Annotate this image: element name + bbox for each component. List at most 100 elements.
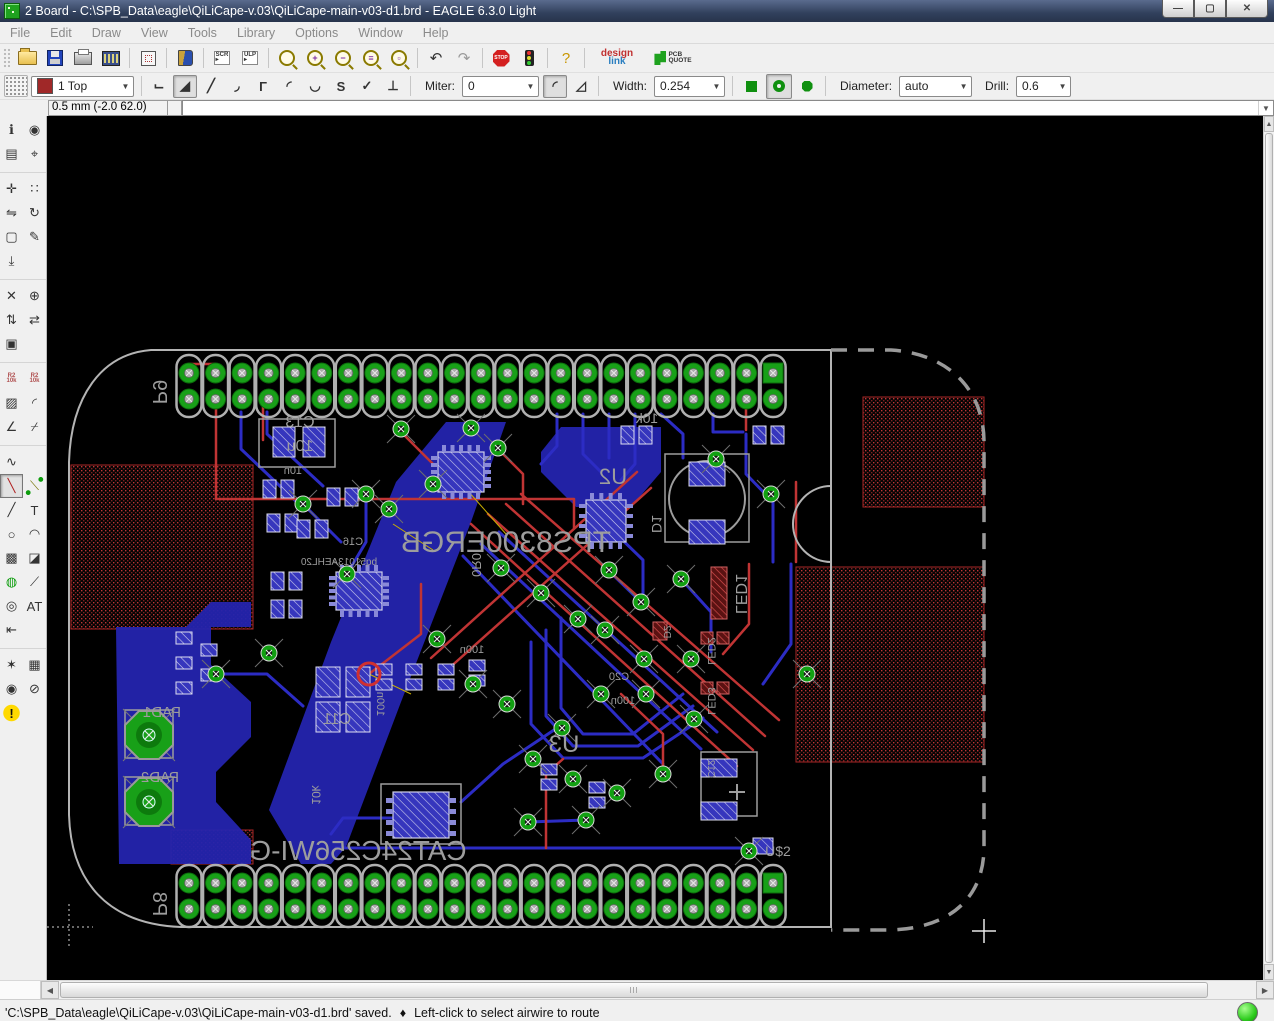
palette-tool-arc[interactable]: ◠ bbox=[23, 522, 46, 546]
horizontal-scroll-thumb[interactable] bbox=[60, 982, 1208, 998]
palette-tool-dimension[interactable]: ⇤ bbox=[0, 618, 23, 642]
palette-tool-delete[interactable]: ✕ bbox=[0, 284, 23, 308]
palette-tool-errors[interactable]: ! bbox=[0, 701, 23, 725]
palette-tool-mark[interactable]: ⌖ bbox=[23, 142, 46, 166]
palette-tool-errc[interactable]: ⊘ bbox=[23, 677, 46, 701]
coordinate-mode-box[interactable] bbox=[168, 100, 182, 116]
wire-bend-9-button[interactable]: ⊥ bbox=[381, 75, 405, 98]
zoom-fit-button[interactable] bbox=[274, 46, 300, 71]
palette-tool-blank3[interactable] bbox=[23, 450, 46, 474]
menu-draw[interactable]: Draw bbox=[82, 24, 131, 42]
grid-button[interactable] bbox=[4, 75, 28, 97]
library-button[interactable] bbox=[172, 46, 198, 71]
palette-tool-mirror[interactable]: ⇋ bbox=[0, 201, 23, 225]
palette-tool-circle[interactable]: ○ bbox=[0, 522, 23, 546]
palette-tool-lock[interactable]: ▣ bbox=[0, 332, 23, 356]
save-button[interactable] bbox=[42, 46, 68, 71]
via-shape-square-button[interactable] bbox=[738, 74, 764, 99]
palette-tool-miter[interactable]: ◜ bbox=[23, 391, 46, 415]
palette-tool-add[interactable]: ⊕ bbox=[23, 284, 46, 308]
miter-round-button[interactable]: ◜ bbox=[543, 75, 567, 98]
cam-processor-button[interactable] bbox=[98, 46, 124, 71]
run-ulp-button[interactable]: ULP▸ bbox=[237, 46, 263, 71]
palette-tool-display[interactable]: ▤ bbox=[0, 142, 23, 166]
palette-tool-blank2[interactable] bbox=[23, 332, 46, 356]
menu-file[interactable]: File bbox=[0, 24, 40, 42]
wire-bend-8-button[interactable]: ✓ bbox=[355, 75, 379, 98]
pcb-quote-button[interactable]: PCBQUOTE bbox=[646, 46, 700, 71]
palette-tool-blank4[interactable] bbox=[23, 618, 46, 642]
board-canvas[interactable]: P9C1310u10n10kU2D1LED1LED2LED3D20R0C16bq… bbox=[47, 116, 1263, 980]
palette-tool-copy[interactable]: ∷ bbox=[23, 177, 46, 201]
miter-straight-button[interactable]: ◿ bbox=[569, 75, 593, 98]
palette-tool-route[interactable]: ╲ bbox=[0, 474, 23, 498]
palette-tool-rotate[interactable]: ↻ bbox=[23, 201, 46, 225]
palette-tool-wire[interactable]: ╱ bbox=[0, 498, 23, 522]
menu-edit[interactable]: Edit bbox=[40, 24, 82, 42]
palette-tool-meander[interactable]: ∿ bbox=[0, 450, 23, 474]
minimize-button[interactable]: — bbox=[1162, 0, 1194, 18]
menu-help[interactable]: Help bbox=[413, 24, 459, 42]
scroll-left-icon[interactable]: ◀ bbox=[41, 981, 59, 999]
wire-bend-5-button[interactable]: ◜ bbox=[277, 75, 301, 98]
zoom-out-button[interactable]: − bbox=[330, 46, 356, 71]
palette-tool-blank1[interactable] bbox=[23, 249, 46, 273]
palette-tool-value[interactable]: R210k bbox=[23, 367, 46, 391]
wire-bend-0-button[interactable]: ⌙ bbox=[147, 75, 171, 98]
wire-bend-3-button[interactable]: ◞ bbox=[225, 75, 249, 98]
palette-tool-pinswap[interactable]: ⇅ bbox=[0, 308, 23, 332]
palette-tool-attribute[interactable]: AT bbox=[23, 594, 46, 618]
palette-tool-split[interactable]: ∠ bbox=[0, 415, 23, 439]
wire-bend-7-button[interactable]: S bbox=[329, 75, 353, 98]
palette-tool-optimize[interactable]: ⌿ bbox=[23, 415, 46, 439]
zoom-redraw-button[interactable]: ▫ bbox=[386, 46, 412, 71]
print-button[interactable] bbox=[70, 46, 96, 71]
palette-tool-show[interactable]: ◉ bbox=[23, 118, 46, 142]
palette-tool-smash[interactable]: ▨ bbox=[0, 391, 23, 415]
menu-options[interactable]: Options bbox=[285, 24, 348, 42]
restore-button[interactable]: ▢ bbox=[1194, 0, 1226, 18]
horizontal-scrollbar[interactable]: ◀ ▶ bbox=[0, 980, 1274, 999]
palette-tool-signal[interactable]: ⟋ bbox=[23, 570, 46, 594]
zoom-in-button[interactable]: + bbox=[302, 46, 328, 71]
palette-tool-ripup[interactable]: ⟍ bbox=[23, 474, 46, 498]
palette-tool-name[interactable]: R210k bbox=[0, 367, 23, 391]
zoom-select-button[interactable]: ≡ bbox=[358, 46, 384, 71]
via-shape-octagon-button[interactable] bbox=[794, 74, 820, 99]
traffic-light-button[interactable] bbox=[516, 46, 542, 71]
palette-tool-via[interactable]: ◍ bbox=[0, 570, 23, 594]
command-input[interactable]: ▼ bbox=[182, 100, 1274, 116]
palette-tool-paste[interactable]: ⤓ bbox=[0, 249, 23, 273]
menu-tools[interactable]: Tools bbox=[178, 24, 227, 42]
open-button[interactable] bbox=[14, 46, 40, 71]
run-script-button[interactable]: SCR▸ bbox=[209, 46, 235, 71]
palette-tool-group[interactable]: ▢ bbox=[0, 225, 23, 249]
menu-window[interactable]: Window bbox=[348, 24, 412, 42]
layer-select[interactable]: 1 Top ▼ bbox=[31, 76, 134, 97]
diameter-select[interactable]: auto ▼ bbox=[899, 76, 972, 97]
scroll-down-icon[interactable]: ▼ bbox=[1264, 964, 1274, 980]
palette-tool-text[interactable]: T bbox=[23, 498, 46, 522]
scroll-right-icon[interactable]: ▶ bbox=[1256, 981, 1274, 999]
menu-library[interactable]: Library bbox=[227, 24, 285, 42]
palette-tool-move[interactable]: ✛ bbox=[0, 177, 23, 201]
help-button[interactable]: ? bbox=[553, 46, 579, 71]
palette-tool-drc[interactable]: ◉ bbox=[0, 677, 23, 701]
wire-bend-2-button[interactable]: ╱ bbox=[199, 75, 223, 98]
board-schematic-button[interactable] bbox=[135, 46, 161, 71]
vertical-scrollbar[interactable]: ▲ ▼ bbox=[1263, 116, 1274, 980]
wire-bend-4-button[interactable]: Γ bbox=[251, 75, 275, 98]
vertical-scroll-thumb[interactable] bbox=[1265, 133, 1273, 963]
horizontal-scroll-track[interactable] bbox=[59, 981, 1256, 999]
undo-button[interactable]: ↶ bbox=[423, 46, 449, 71]
palette-tool-change[interactable]: ✎ bbox=[23, 225, 46, 249]
palette-tool-rect[interactable]: ▩ bbox=[0, 546, 23, 570]
palette-tool-ratsnest[interactable]: ✶ bbox=[0, 653, 23, 677]
miter-select[interactable]: 0 ▼ bbox=[462, 76, 539, 97]
width-select[interactable]: 0.254 ▼ bbox=[654, 76, 725, 97]
palette-tool-polygon[interactable]: ◪ bbox=[23, 546, 46, 570]
menu-view[interactable]: View bbox=[131, 24, 178, 42]
palette-tool-info[interactable]: ℹ bbox=[0, 118, 23, 142]
via-shape-round-button[interactable] bbox=[766, 74, 792, 99]
palette-tool-replace[interactable]: ⇄ bbox=[23, 308, 46, 332]
